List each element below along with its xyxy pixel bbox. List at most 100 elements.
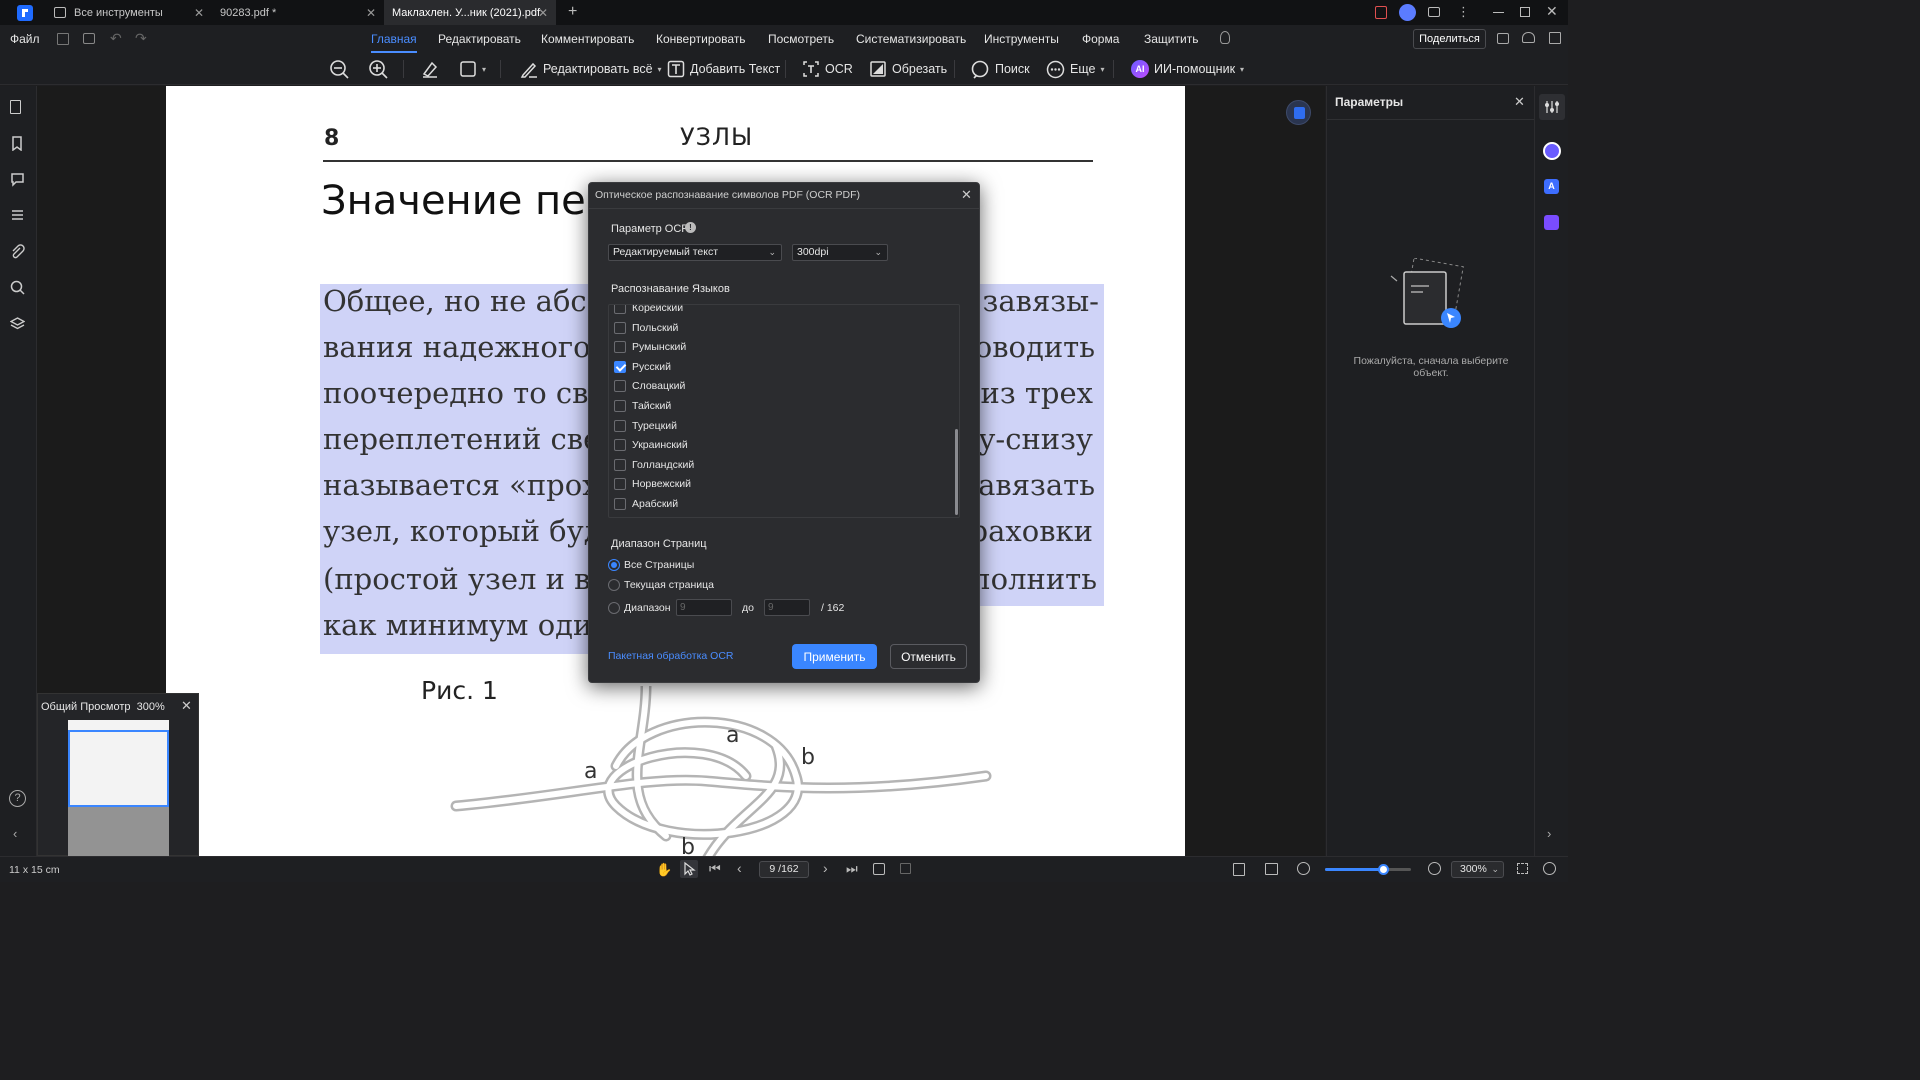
checkbox-unchecked[interactable] [614,478,626,491]
cancel-button[interactable]: Отменить [890,644,967,669]
checkbox-unchecked[interactable] [614,458,626,471]
language-item[interactable]: Норвежский [614,476,691,492]
batch-ocr-link[interactable]: Пакетная обработка OCR [608,650,734,662]
overview-viewport-box[interactable] [68,730,169,807]
range-radio[interactable]: Диапазон [608,602,671,614]
minimize-icon[interactable] [1493,12,1504,13]
add-text-button[interactable]: Добавить Текст [667,57,780,81]
search-button[interactable]: Поиск [971,57,1030,81]
last-page-icon[interactable]: ⏭ [846,861,858,877]
close-window-icon[interactable]: ✕ [1546,3,1558,20]
layers-icon[interactable] [10,316,25,331]
ai-chat-icon[interactable] [1543,142,1561,160]
share-button[interactable]: Поделиться [1413,29,1486,49]
current-page-radio[interactable]: Текущая страница [608,579,714,591]
first-page-icon[interactable]: ⏮ [709,861,721,877]
menu-comment[interactable]: Комментировать [541,25,634,53]
ocr-mode-select[interactable]: Редактируемый текст ⌄ [608,244,782,261]
info-icon[interactable]: ! [685,222,696,233]
more-vertical-icon[interactable]: ⋮ [1457,4,1470,20]
menu-convert[interactable]: Конвертировать [656,25,746,53]
lightbulb-icon[interactable] [1220,31,1230,44]
fullscreen-icon[interactable] [1517,863,1528,874]
menu-tools[interactable]: Инструменты [984,25,1059,53]
notification-icon[interactable] [1375,6,1387,19]
tab-90283[interactable]: 90283.pdf * ✕ [212,0,384,25]
apply-button[interactable]: Применить [792,644,877,669]
search-icon[interactable] [10,280,25,295]
zoom-in-small-icon[interactable] [1428,862,1441,875]
language-item[interactable]: Тайский [614,398,671,414]
language-item[interactable]: Арабский [614,496,678,512]
overview-close-icon[interactable]: ✕ [181,698,192,714]
checkbox-unchecked[interactable] [614,305,626,314]
tab-all-tools[interactable]: Все инструменты ✕ [44,0,212,25]
save-icon[interactable] [57,33,69,45]
language-item[interactable]: Украинский [614,437,688,453]
zoom-in-button[interactable] [368,57,388,81]
ocr-button[interactable]: OCR [802,57,853,81]
select-tool-icon[interactable] [680,860,698,878]
checkbox-unchecked[interactable] [614,439,626,452]
menu-protect[interactable]: Защитить [1144,25,1198,53]
menu-view[interactable]: Посмотреть [768,25,834,53]
word-convert-float-icon[interactable] [1286,100,1311,125]
crop-page-icon[interactable] [900,863,911,874]
shape-button[interactable]: ▾ [459,57,486,81]
language-list[interactable]: Корейский Польский Румынский Русский Словацк… [608,304,960,518]
collapse-left-icon[interactable]: ‹ [13,826,17,841]
fit-page-icon[interactable] [1233,863,1245,876]
all-pages-radio[interactable]: Все Страницы [608,559,694,571]
overview-thumbnail[interactable] [68,720,169,856]
attachment-icon[interactable] [10,244,25,259]
user-avatar-icon[interactable] [1399,4,1416,21]
language-item[interactable]: Голландский [614,457,694,473]
checkbox-unchecked[interactable] [614,419,626,432]
dialog-close-icon[interactable]: ✕ [961,187,972,203]
menu-form[interactable]: Форма [1082,25,1119,53]
tab-close-icon[interactable]: ✕ [538,6,548,20]
language-item[interactable]: Польский [614,320,678,336]
dpi-select[interactable]: 300dpi ⌄ [792,244,888,261]
translate-icon[interactable]: A [1544,179,1559,194]
panel-close-icon[interactable]: ✕ [1514,94,1525,110]
menu-home[interactable]: Главная [371,25,417,53]
language-item[interactable]: Словацкий [614,378,685,394]
zoom-out-button[interactable] [329,57,349,81]
feedback-icon[interactable] [1428,7,1440,17]
panel-toggle-icon[interactable] [1549,32,1561,44]
menu-file[interactable]: Файл [10,25,40,53]
crop-button[interactable]: Обрезать [869,57,947,81]
page-number-input[interactable]: 9 /162 [759,861,809,878]
checkbox-checked[interactable] [614,360,626,373]
zoom-out-small-icon[interactable] [1297,862,1310,875]
collapse-right-icon[interactable]: › [1547,826,1551,841]
tab-close-icon[interactable]: ✕ [366,6,376,20]
language-item[interactable]: Румынский [614,339,686,355]
redo-icon[interactable]: ↷ [135,30,147,47]
next-page-icon[interactable]: › [823,860,828,876]
checkbox-unchecked[interactable] [614,341,626,354]
tab-maclachlan[interactable]: Маклахлен. У...ник (2021).pdf ✕ [384,0,556,25]
language-item[interactable]: Русский [614,359,671,375]
print-icon[interactable] [83,33,95,44]
prev-page-icon[interactable]: ‹ [737,860,742,876]
undo-icon[interactable]: ↶ [110,30,122,47]
checkbox-unchecked[interactable] [614,498,626,510]
fields-icon[interactable] [10,208,25,223]
bookmark-icon[interactable] [10,136,24,151]
tab-close-icon[interactable]: ✕ [194,6,204,20]
zoom-slider[interactable] [1325,864,1411,875]
task-check-icon[interactable] [1544,215,1559,230]
range-from-input[interactable]: 9 [676,599,732,616]
more-button[interactable]: Еще ▾ [1046,57,1104,81]
app-logo-icon[interactable] [17,5,33,21]
feedback-smile-icon[interactable] [1543,862,1556,875]
restore-icon[interactable] [1520,7,1530,17]
edit-all-button[interactable]: Редактировать всё ▾ [520,57,662,81]
page-layout-icon[interactable] [1265,863,1278,875]
zoom-select[interactable]: 300% ⌄ [1451,861,1504,878]
menu-organize[interactable]: Систематизировать [856,25,966,53]
language-item[interactable]: Турецкий [614,418,677,434]
comment-icon[interactable] [10,172,25,187]
